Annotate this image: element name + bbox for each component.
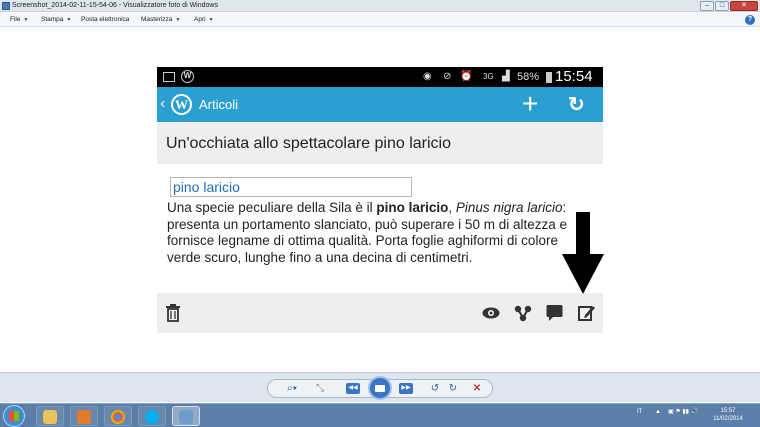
taskbar-media-player[interactable] xyxy=(70,406,98,426)
language-indicator[interactable]: IT xyxy=(637,408,642,416)
tag-field[interactable]: pino laricio xyxy=(170,177,412,197)
edit-icon[interactable] xyxy=(578,304,595,326)
help-icon[interactable]: ? xyxy=(745,15,755,25)
phone-screenshot: W ◉ ⊘ ⏰ 3G ▟ 58% 15:54 ‹ W Articoli + ↻ … xyxy=(157,67,603,333)
tray-icons[interactable]: ▣ ⚑ ▮▮ 🔊 xyxy=(668,408,698,416)
photo-viewer-icon xyxy=(2,2,10,10)
photo-viewer-icon xyxy=(179,410,193,424)
chevron-down-icon: ▼ xyxy=(23,17,29,23)
android-status-bar: W ◉ ⊘ ⏰ 3G ▟ 58% 15:54 xyxy=(157,67,603,87)
menu-masterizza[interactable]: Masterizza ▼ xyxy=(141,13,180,27)
eye-icon[interactable] xyxy=(482,306,500,324)
signal-icon: ▟ xyxy=(502,71,510,82)
taskbar-chrome[interactable] xyxy=(104,406,132,426)
comment-icon[interactable] xyxy=(546,304,563,327)
photo-viewer-toolbar: ⌕▾ ⤡ ◀◀ ▶▶ ↺ ↻ ✕ xyxy=(0,372,760,402)
folder-icon xyxy=(43,410,57,424)
battery-icon xyxy=(546,72,552,83)
back-icon[interactable]: ‹ xyxy=(160,95,165,113)
windows-taskbar: IT ▲ ▣ ⚑ ▮▮ 🔊 15:57 11/02/2014 xyxy=(0,403,760,427)
menu-apri[interactable]: Apri ▼ xyxy=(194,13,214,27)
mute-icon: ⊘ xyxy=(443,71,452,82)
system-clock[interactable]: 15:57 11/02/2014 xyxy=(710,407,746,423)
taskbar-skype[interactable] xyxy=(138,406,166,426)
taskbar-explorer[interactable] xyxy=(36,406,64,426)
start-button[interactable] xyxy=(3,405,25,427)
wordpress-logo-icon[interactable]: W xyxy=(171,94,192,115)
taskbar-photo-viewer[interactable] xyxy=(172,406,200,426)
share-icon[interactable] xyxy=(514,304,532,327)
gallery-icon xyxy=(163,72,175,82)
post-title: Un'occhiata allo spettacolare pino laric… xyxy=(166,135,451,152)
trash-icon[interactable] xyxy=(165,304,181,327)
window-title: Screenshot_2014-02-11-15-54-06 - Visuali… xyxy=(12,2,218,9)
post-content: pino laricio Una specie peculiare della … xyxy=(157,164,603,293)
status-time: 15:54 xyxy=(555,68,593,85)
post-title-header: Un'occhiata allo spettacolare pino laric… xyxy=(157,122,603,164)
chrome-icon xyxy=(111,410,125,424)
minimize-button[interactable]: – xyxy=(700,1,714,11)
menu-posta-elettronica[interactable]: Posta elettronica xyxy=(81,13,129,27)
network-type: 3G xyxy=(483,72,494,81)
slideshow-button[interactable] xyxy=(368,376,392,400)
zoom-icon[interactable]: ⌕▾ xyxy=(283,382,301,395)
screen-title: Articoli xyxy=(199,97,239,112)
wordpress-notification-icon: W xyxy=(181,70,194,83)
app-action-bar: ‹ W Articoli + ↻ xyxy=(157,87,603,122)
menu-bar: File ▼ Stampa ▼ Posta elettronica Masteriz… xyxy=(0,13,760,27)
tray-expand-icon[interactable]: ▲ xyxy=(655,408,661,416)
chevron-down-icon: ▼ xyxy=(175,17,181,23)
windows-logo-icon xyxy=(9,411,19,421)
add-post-button[interactable]: + xyxy=(522,90,538,118)
previous-icon[interactable]: ◀◀ xyxy=(346,383,360,394)
eye-status-icon: ◉ xyxy=(423,71,432,82)
maximize-button[interactable]: □ xyxy=(715,1,729,11)
close-button[interactable]: ✕ xyxy=(730,1,758,11)
post-actions-bar xyxy=(157,293,603,333)
annotation-arrow-icon xyxy=(562,212,604,294)
rotate-left-icon[interactable]: ↺ xyxy=(429,382,441,395)
menu-stampa[interactable]: Stampa ▼ xyxy=(41,13,71,27)
alarm-icon: ⏰ xyxy=(460,71,473,82)
window-title-bar: Screenshot_2014-02-11-15-54-06 - Visuali… xyxy=(0,0,760,12)
skype-icon xyxy=(145,410,159,424)
chevron-down-icon: ▼ xyxy=(208,17,214,23)
slideshow-icon xyxy=(375,385,385,392)
media-player-icon xyxy=(77,410,91,424)
refresh-button[interactable]: ↻ xyxy=(568,94,585,116)
delete-icon[interactable]: ✕ xyxy=(471,382,483,395)
rotate-right-icon[interactable]: ↻ xyxy=(447,382,459,395)
chevron-down-icon: ▼ xyxy=(66,17,72,23)
fit-window-icon[interactable]: ⤡ xyxy=(314,382,326,395)
post-body: Una specie peculiare della Sila è il pin… xyxy=(167,200,567,265)
menu-file[interactable]: File ▼ xyxy=(10,13,28,27)
battery-percent: 58% xyxy=(517,71,540,83)
next-icon[interactable]: ▶▶ xyxy=(399,383,413,394)
